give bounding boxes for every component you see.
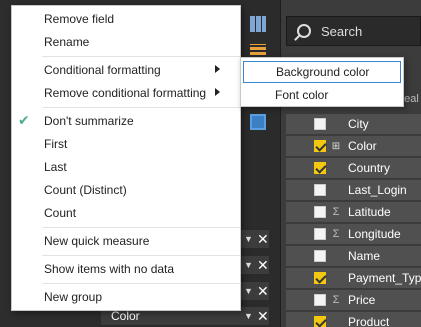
menu-item-remove-conditional-formatting[interactable]: Remove conditional formatting bbox=[12, 82, 240, 104]
menu-item-show-items-no-data[interactable]: Show items with no data bbox=[12, 258, 240, 280]
chevron-down-icon[interactable]: ▼ bbox=[244, 311, 253, 321]
field-row-city[interactable]: City bbox=[286, 114, 421, 135]
menu-item-first[interactable]: First bbox=[12, 133, 240, 155]
chevron-down-icon[interactable]: ▼ bbox=[244, 234, 253, 244]
menu-item-font-color[interactable]: Font color bbox=[243, 84, 401, 106]
menu-item-label: First bbox=[44, 137, 68, 151]
menu-item-dont-summarize[interactable]: ✔ Don't summarize bbox=[12, 110, 240, 132]
field-row-longitude[interactable]: Σ Longitude bbox=[286, 224, 421, 245]
field-row-price[interactable]: Σ Price bbox=[286, 290, 421, 311]
field-row-color[interactable]: ⊞ Color bbox=[286, 136, 421, 157]
field-checkbox[interactable] bbox=[314, 206, 326, 218]
menu-item-count[interactable]: Count bbox=[12, 202, 240, 224]
field-name: Payment_Type bbox=[348, 271, 421, 285]
close-icon[interactable]: ✕ bbox=[257, 231, 269, 248]
field-name: Color bbox=[348, 139, 377, 153]
close-icon[interactable]: ✕ bbox=[257, 283, 269, 300]
submenu-arrow-icon bbox=[215, 88, 220, 96]
menu-item-background-color[interactable]: Background color bbox=[243, 61, 401, 83]
menu-item-label: New group bbox=[44, 290, 103, 304]
field-checkbox[interactable] bbox=[314, 118, 326, 130]
field-checkbox[interactable] bbox=[314, 140, 326, 152]
sigma-icon: Σ bbox=[332, 294, 340, 306]
menu-item-new-quick-measure[interactable]: New quick measure bbox=[12, 230, 240, 252]
field-name: Name bbox=[348, 249, 381, 263]
well-field-name: Color bbox=[111, 309, 140, 323]
field-row-last-login[interactable]: Last_Login bbox=[286, 180, 421, 201]
menu-separator bbox=[42, 107, 240, 108]
field-name: Country bbox=[348, 161, 391, 175]
search-icon bbox=[297, 24, 311, 38]
chevron-down-icon[interactable]: ▼ bbox=[244, 260, 253, 270]
menu-item-label: Background color bbox=[276, 65, 370, 79]
field-row-latitude[interactable]: Σ Latitude bbox=[286, 202, 421, 223]
field-checkbox[interactable] bbox=[314, 316, 326, 327]
field-name: Latitude bbox=[348, 205, 391, 219]
menu-separator bbox=[42, 56, 240, 57]
menu-item-label: Font color bbox=[275, 88, 329, 102]
field-row-payment-type[interactable]: Payment_Type bbox=[286, 268, 421, 289]
menu-item-label: Don't summarize bbox=[44, 114, 134, 128]
menu-item-rename[interactable]: Rename bbox=[12, 31, 240, 53]
checkmark-icon: ✔ bbox=[18, 112, 30, 128]
search-input[interactable]: Search bbox=[286, 16, 421, 46]
menu-item-label: Remove conditional formatting bbox=[44, 86, 207, 100]
field-row-product[interactable]: Product bbox=[286, 312, 421, 327]
submenu-arrow-icon bbox=[215, 65, 220, 73]
close-icon[interactable]: ✕ bbox=[257, 308, 269, 325]
menu-item-label: Show items with no data bbox=[44, 262, 175, 276]
field-name: Product bbox=[348, 315, 390, 327]
field-name: Last_Login bbox=[348, 183, 407, 197]
menu-item-label: Rename bbox=[44, 35, 90, 49]
menu-item-count-distinct[interactable]: Count (Distinct) bbox=[12, 179, 240, 201]
menu-item-label: New quick measure bbox=[44, 234, 150, 248]
menu-item-label: Count bbox=[44, 206, 77, 220]
field-name: Longitude bbox=[348, 227, 401, 241]
field-name: Price bbox=[348, 293, 376, 307]
sigma-icon: Σ bbox=[332, 228, 340, 240]
menu-separator bbox=[42, 227, 240, 228]
hierarchy-icon: ⊞ bbox=[331, 140, 341, 152]
field-row-country[interactable]: Country bbox=[286, 158, 421, 179]
field-context-menu: Remove field Rename Conditional formatti… bbox=[11, 5, 241, 311]
field-checkbox[interactable] bbox=[314, 162, 326, 174]
custom-visual-icon[interactable] bbox=[250, 114, 266, 130]
field-row-name[interactable]: Name bbox=[286, 246, 421, 267]
menu-item-label: Remove field bbox=[44, 12, 115, 26]
menu-item-label: Count (Distinct) bbox=[44, 183, 127, 197]
menu-item-new-group[interactable]: New group bbox=[12, 286, 240, 308]
field-checkbox[interactable] bbox=[314, 294, 326, 306]
field-checkbox[interactable] bbox=[314, 184, 326, 196]
menu-item-conditional-formatting[interactable]: Conditional formatting bbox=[12, 59, 240, 81]
conditional-formatting-submenu: Background color Font color bbox=[240, 57, 404, 107]
field-checkbox[interactable] bbox=[314, 272, 326, 284]
field-checkbox[interactable] bbox=[314, 250, 326, 262]
menu-separator bbox=[42, 283, 240, 284]
chevron-down-icon[interactable]: ▼ bbox=[244, 286, 253, 296]
matrix-visual-icon[interactable] bbox=[250, 16, 266, 32]
menu-separator bbox=[42, 255, 240, 256]
menu-item-label: Last bbox=[44, 160, 67, 174]
menu-item-last[interactable]: Last bbox=[12, 156, 240, 178]
search-placeholder: Search bbox=[321, 23, 363, 39]
field-checkbox[interactable] bbox=[314, 228, 326, 240]
menu-item-remove-field[interactable]: Remove field bbox=[12, 8, 240, 30]
close-icon[interactable]: ✕ bbox=[257, 257, 269, 274]
sigma-icon: Σ bbox=[332, 206, 340, 218]
field-name: City bbox=[348, 117, 369, 131]
menu-item-label: Conditional formatting bbox=[44, 63, 161, 77]
